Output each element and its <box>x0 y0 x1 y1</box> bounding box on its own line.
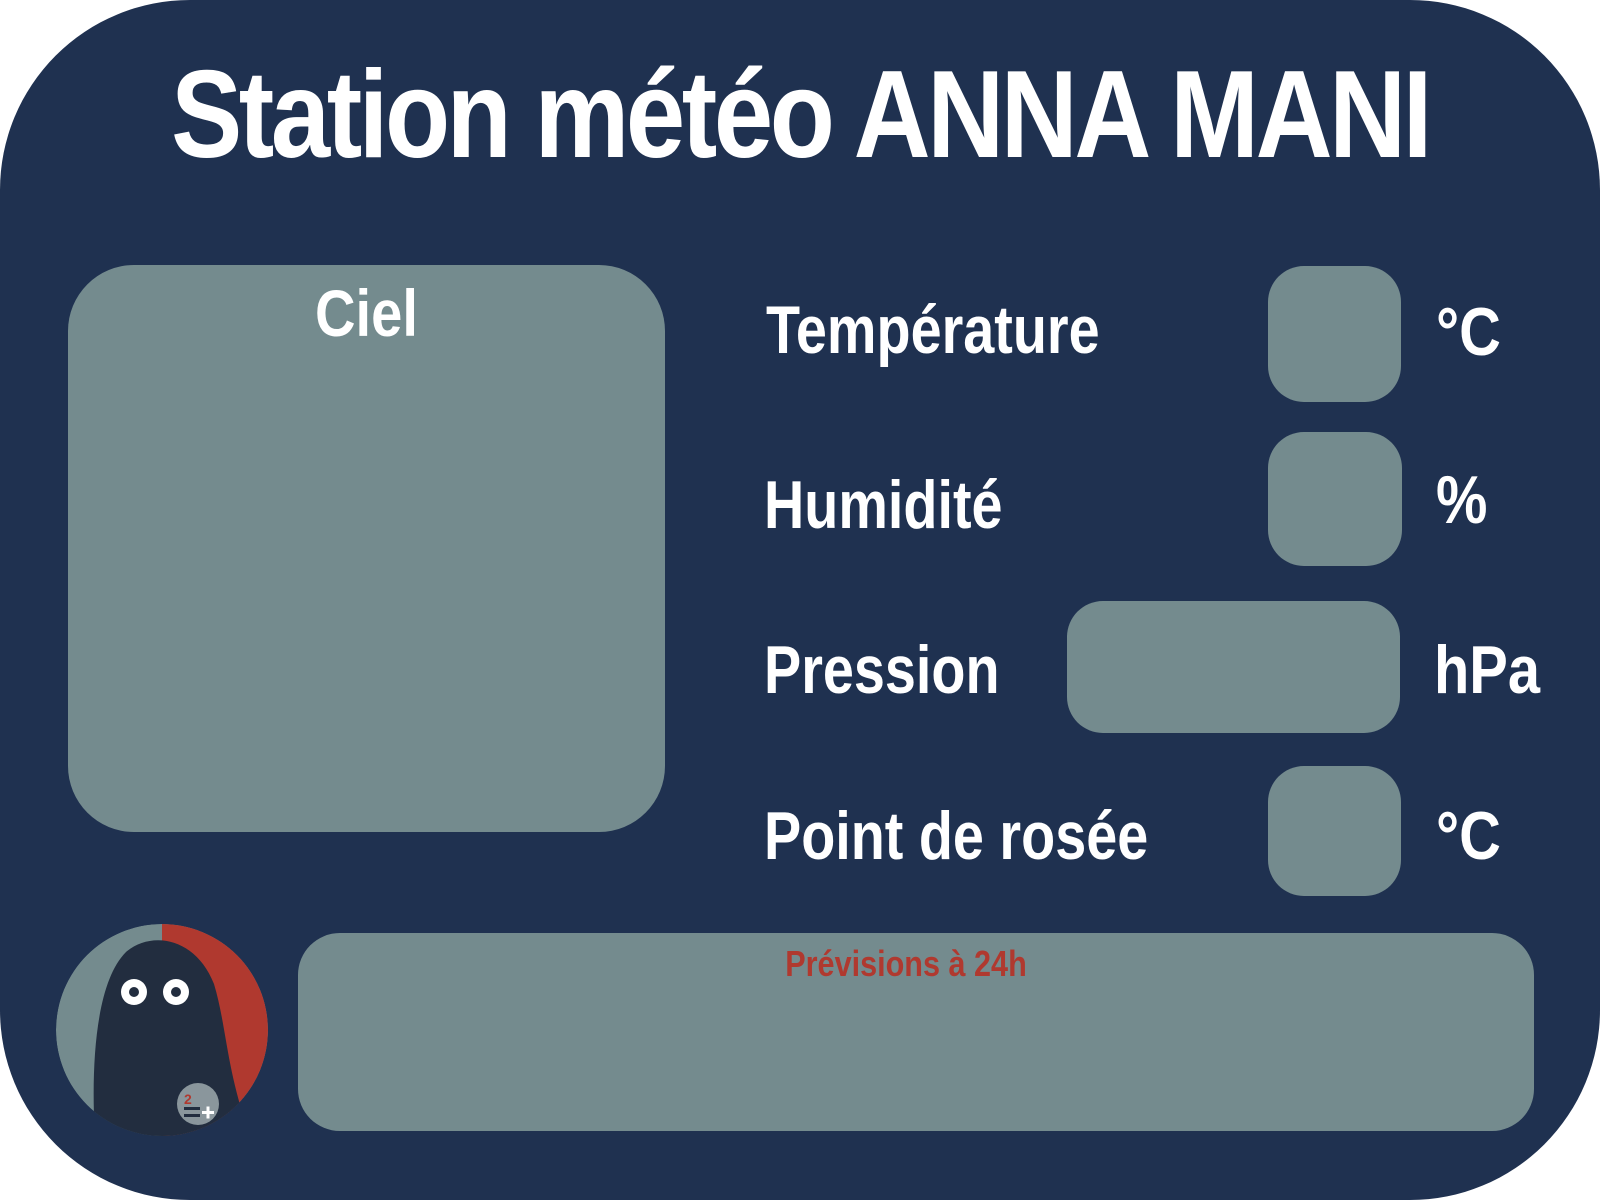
weather-station-panel: Station météo ANNA MANI Ciel Température… <box>0 0 1600 1200</box>
sky-label: Ciel <box>315 276 418 350</box>
dew-point-label: Point de rosée <box>764 798 1149 874</box>
calculator-badge-icon: 2 <box>177 1083 219 1125</box>
pressure-label: Pression <box>764 632 1000 708</box>
forecast-label: Prévisions à 24h <box>785 943 1027 984</box>
pressure-value-box <box>1067 601 1400 733</box>
temperature-unit: °C <box>1436 294 1501 370</box>
pressure-unit: hPa <box>1434 632 1541 708</box>
page-title: Station météo ANNA MANI <box>171 46 1432 184</box>
temperature-value-box <box>1268 266 1401 402</box>
humidity-unit: % <box>1436 462 1488 538</box>
forecast-box: Prévisions à 24h <box>298 933 1534 1131</box>
dew-point-value <box>1268 766 1401 896</box>
svg-text:2: 2 <box>184 1091 192 1107</box>
humidity-label: Humidité <box>764 467 1003 543</box>
dew-point-value-box <box>1268 766 1401 896</box>
temperature-value <box>1268 266 1401 402</box>
humidity-value-box <box>1268 432 1402 566</box>
dew-point-unit: °C <box>1436 798 1501 874</box>
pressure-value <box>1067 601 1400 733</box>
humidity-value <box>1268 432 1402 566</box>
owl-mascot-icon: 2 <box>56 924 268 1136</box>
sky-display-box: Ciel <box>68 265 665 832</box>
temperature-label: Température <box>766 292 1100 368</box>
